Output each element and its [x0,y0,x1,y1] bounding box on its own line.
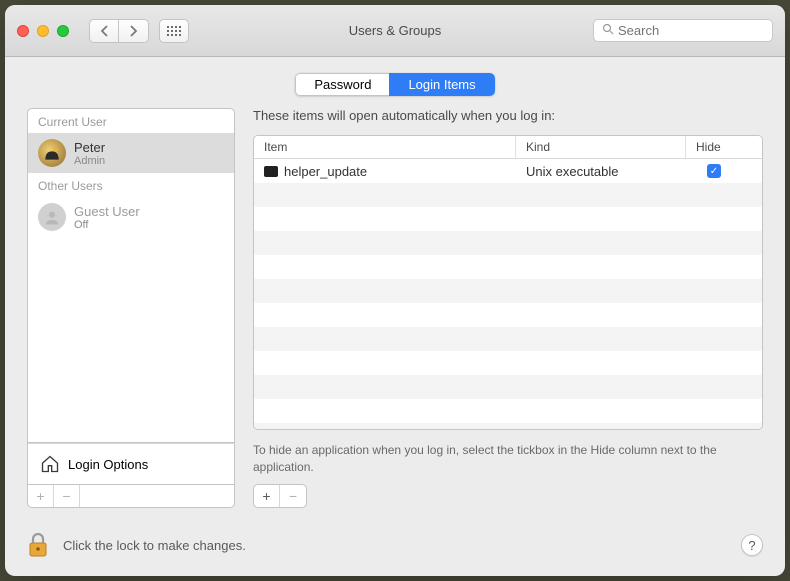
login-options-label: Login Options [68,457,148,472]
hide-checkbox[interactable]: ✓ [707,164,721,178]
lock-text: Click the lock to make changes. [63,538,727,553]
search-icon [602,23,614,38]
preferences-window: Users & Groups Password Login Items Curr… [5,5,785,576]
user-sidebar: Current User Peter Admin Other Users [27,108,235,508]
minimize-window-button[interactable] [37,25,49,37]
table-row[interactable]: helper_update Unix executable ✓ [254,159,762,183]
show-all-button[interactable] [159,19,189,43]
search-input[interactable] [618,23,764,38]
lock-icon[interactable] [27,532,49,558]
forward-button[interactable] [119,19,149,43]
titlebar: Users & Groups [5,5,785,57]
help-button[interactable]: ? [741,534,763,556]
user-name: Guest User [74,204,140,219]
tab-login-items[interactable]: Login Items [389,73,494,96]
item-add-remove: + − [253,484,307,508]
home-icon [40,454,60,474]
footer: Click the lock to make changes. ? [5,518,785,576]
remove-item-button[interactable]: − [280,485,306,507]
user-item-guest[interactable]: Guest User Off [28,197,234,237]
user-name: Peter [74,140,105,155]
col-item[interactable]: Item [254,136,516,158]
col-spacer [742,136,762,158]
item-name: helper_update [284,164,367,179]
add-item-button[interactable]: + [254,485,280,507]
login-options-button[interactable]: Login Options [27,443,235,485]
login-items-panel: These items will open automatically when… [253,108,763,508]
search-field[interactable] [593,19,773,42]
col-kind[interactable]: Kind [516,136,686,158]
content-area: Password Login Items Current User Peter … [5,57,785,576]
hint-text: To hide an application when you log in, … [253,442,763,476]
section-other-users: Other Users [28,173,234,197]
avatar [38,139,66,167]
remove-user-button[interactable]: − [54,485,80,507]
window-controls [17,25,69,37]
table-header: Item Kind Hide [254,136,762,159]
tab-password[interactable]: Password [295,73,389,96]
chevron-left-icon [100,25,109,37]
col-hide[interactable]: Hide [686,136,742,158]
add-user-button[interactable]: + [28,485,54,507]
back-button[interactable] [89,19,119,43]
user-add-remove: + − [27,485,235,508]
user-role: Admin [74,155,105,167]
chevron-right-icon [129,25,138,37]
close-window-button[interactable] [17,25,29,37]
user-list: Current User Peter Admin Other Users [27,108,235,443]
nav-buttons [89,19,149,43]
grid-icon [167,26,181,36]
panel-description: These items will open automatically when… [253,108,763,123]
zoom-window-button[interactable] [57,25,69,37]
user-item-current[interactable]: Peter Admin [28,133,234,173]
table-body[interactable]: helper_update Unix executable ✓ [254,159,762,429]
tab-bar: Password Login Items [5,57,785,108]
avatar [38,203,66,231]
item-kind: Unix executable [516,164,686,179]
section-current-user: Current User [28,109,234,133]
window-title: Users & Groups [349,23,441,38]
user-role: Off [74,219,140,231]
terminal-icon [264,166,278,177]
login-items-table: Item Kind Hide helper_update Unix execut… [253,135,763,430]
